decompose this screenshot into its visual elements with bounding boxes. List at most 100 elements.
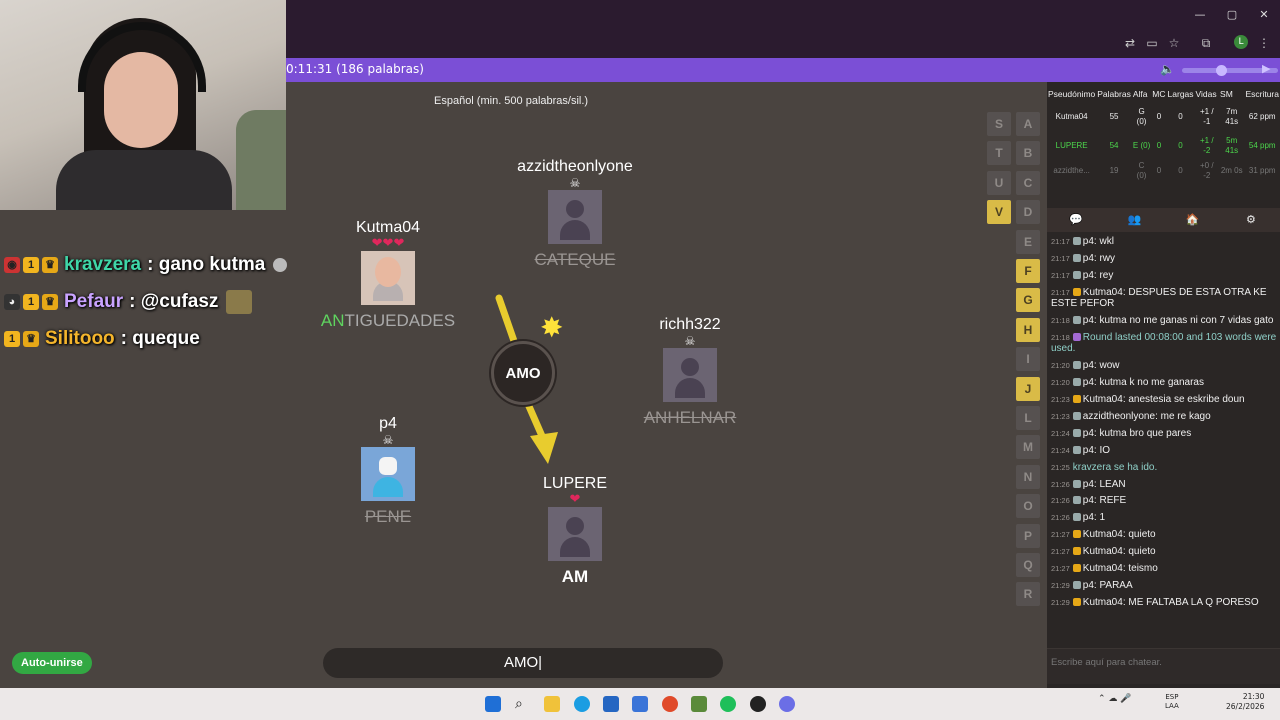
overlay-chat-line: ◉ 1 ♛ kravzera : gano kutma: [4, 246, 304, 283]
stats-cell-sm: 7m 41s: [1225, 106, 1239, 126]
badge-one-icon: 1: [23, 293, 39, 310]
bookmark-star-icon[interactable]: ☆: [1166, 35, 1182, 51]
input-language[interactable]: ESP LAA: [1165, 693, 1179, 711]
browser-menu-icon[interactable]: ⋮: [1256, 35, 1272, 51]
player-kutma04: Kutma04 ❤❤❤ ANTIGUEDADES: [303, 219, 473, 331]
mail-icon[interactable]: [632, 696, 648, 712]
edge-icon[interactable]: [574, 696, 590, 712]
chat-time: 21:24: [1051, 428, 1070, 438]
tab-chat[interactable]: 💬: [1047, 208, 1105, 232]
chat-text: quieto: [1128, 546, 1156, 558]
fuse-spark-icon: ✸: [540, 311, 564, 344]
chat-username[interactable]: p4: [1083, 512, 1094, 523]
stats-header-cell[interactable]: Palabras: [1096, 86, 1132, 102]
chat-username[interactable]: p4: [1083, 360, 1094, 371]
player-word: ANHELNAR: [643, 408, 737, 427]
word-input[interactable]: AMO|: [323, 648, 723, 678]
chat-username[interactable]: Kutma04: [1083, 287, 1123, 298]
user-badge-icon: [1072, 580, 1081, 589]
taskbar: ⌕: [0, 688, 1280, 720]
stats-cell-sm: 5m 41s: [1225, 135, 1239, 155]
chat-username[interactable]: p4: [1083, 270, 1094, 281]
emote-icon: [273, 257, 288, 272]
game-language: Español (min. 500 palabras/sil.): [434, 95, 589, 107]
user-badge-icon: [1072, 287, 1081, 296]
chat-username[interactable]: Kutma04: [1083, 546, 1123, 557]
chrome-icon[interactable]: [662, 696, 678, 712]
chat-time: 21:18: [1051, 316, 1070, 326]
chat-username[interactable]: p4: [1083, 495, 1094, 506]
chat-username[interactable]: p4: [1083, 445, 1094, 456]
obs-icon[interactable]: [750, 696, 766, 712]
translate-icon[interactable]: ⇄: [1122, 35, 1138, 51]
chat-username[interactable]: p4: [1083, 253, 1094, 264]
chat-username[interactable]: p4: [1083, 428, 1094, 439]
stats-cell-speed: 54 ppm: [1248, 140, 1276, 150]
chat-input[interactable]: Escribe aquí para chatear.: [1047, 648, 1280, 684]
store-icon[interactable]: [603, 696, 619, 712]
stats-header-cell[interactable]: Escritura: [1244, 86, 1280, 102]
bonus-letter-a: A: [1016, 112, 1040, 136]
chat-username[interactable]: Kutma04: [1083, 563, 1123, 574]
discord-icon[interactable]: [779, 696, 795, 712]
chat-username[interactable]: p4: [1083, 580, 1094, 591]
bonus-letter-n: N: [1016, 464, 1040, 489]
chat-time: 21:17: [1051, 237, 1070, 246]
bonus-letter-o: O: [1016, 494, 1040, 519]
chat-username[interactable]: azzidtheonlyone: [1083, 411, 1155, 422]
stats-header-cell[interactable]: Largas: [1167, 86, 1195, 102]
stats-cell-speed: 31 ppm: [1248, 166, 1276, 175]
chat-username[interactable]: Kutma04: [1083, 529, 1123, 540]
chat-username[interactable]: p4: [1083, 479, 1094, 490]
extensions-icon[interactable]: ⧉: [1198, 35, 1214, 51]
stats-cell-alfa: E (0): [1132, 140, 1151, 150]
user-badge-icon: [1072, 479, 1081, 488]
tab-room[interactable]: 🏠: [1164, 208, 1222, 232]
minimize-button[interactable]: —: [1184, 0, 1216, 28]
windows-start-icon[interactable]: [485, 696, 501, 712]
tab-players[interactable]: 👥: [1105, 208, 1163, 232]
game-top-bar: 0:11:31 (186 palabras) 🔈 ▶: [286, 58, 1280, 82]
chat-message: 21:26 p4: REFE: [1051, 495, 1127, 507]
chat-username[interactable]: p4: [1083, 377, 1094, 388]
file-explorer-icon[interactable]: [544, 696, 560, 712]
chat-username[interactable]: p4: [1083, 236, 1094, 247]
volume-thumb[interactable]: [1216, 65, 1227, 76]
play-icon[interactable]: ▶: [1262, 62, 1270, 75]
stats-header-cell[interactable]: Vidas: [1195, 86, 1220, 102]
chat-username[interactable]: Kutma04: [1083, 394, 1123, 405]
stats-cell-alfa: C (0): [1136, 161, 1147, 180]
chat-message: 21:29 p4: PARAA: [1051, 579, 1133, 591]
spotify-icon[interactable]: [720, 696, 736, 712]
volume-icon[interactable]: 🔈: [1160, 62, 1175, 76]
stats-header-cell[interactable]: Alfa: [1132, 86, 1151, 102]
chat-text: kravzera se ha ido.: [1072, 461, 1158, 473]
tab-settings[interactable]: ⚙: [1222, 208, 1280, 232]
taskbar-clock[interactable]: 21:30 26/2/2026: [1226, 692, 1264, 712]
cast-icon[interactable]: ▭: [1144, 35, 1160, 51]
stats-cell-mc: 0: [1156, 166, 1162, 175]
stats-header-cell[interactable]: MC: [1151, 86, 1166, 102]
profile-avatar[interactable]: L: [1234, 35, 1248, 49]
emote-icon: [226, 289, 253, 314]
stats-header-cell[interactable]: Pseudónimo: [1047, 86, 1096, 102]
chat-time: 21:17: [1051, 253, 1070, 263]
stats-row: azzidthe... 19 C (0) 0 0 +0 / -2 2m 0s 31 ppm: [1047, 160, 1280, 182]
avatar: [361, 251, 415, 305]
system-tray-icons[interactable]: ⌃ ☁ 🎤: [1098, 694, 1131, 704]
chat-username[interactable]: p4: [1083, 315, 1094, 326]
chat-username[interactable]: Kutma04: [1083, 597, 1123, 608]
chat-text: me re kago: [1160, 411, 1211, 423]
stats-header-cell[interactable]: SM: [1219, 86, 1244, 102]
stats-cell-name: azzidthe...: [1053, 166, 1090, 175]
bonus-letter-c: C: [1016, 170, 1040, 195]
chat-time: 21:17: [1051, 287, 1070, 297]
minecraft-icon[interactable]: [691, 696, 707, 712]
close-button[interactable]: ✕: [1248, 0, 1280, 28]
chat-message: 21:29 Kutma04: ME FALTABA LA Q PORESO: [1051, 596, 1259, 608]
search-icon[interactable]: ⌕: [515, 696, 531, 712]
auto-join-button[interactable]: Auto-unirse: [12, 652, 92, 674]
maximize-button[interactable]: ▢: [1216, 0, 1248, 28]
stats-cell-largas: 0: [1178, 111, 1183, 121]
bonus-letter-t: T: [987, 141, 1011, 166]
